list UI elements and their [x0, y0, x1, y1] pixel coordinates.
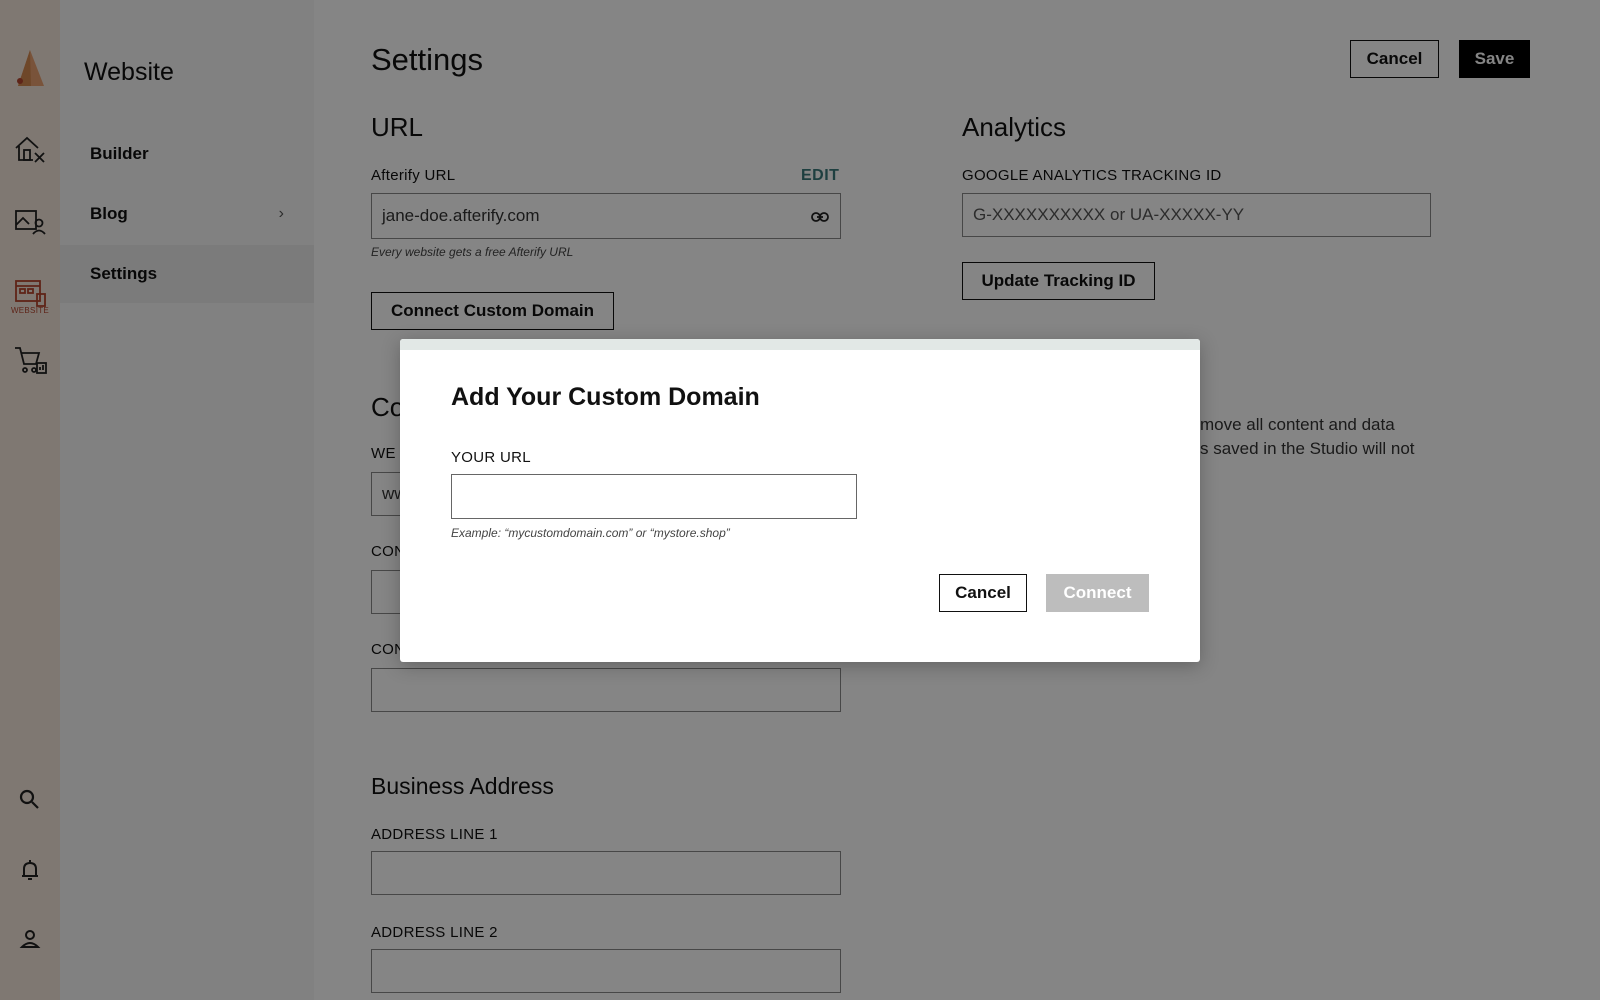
modal-title: Add Your Custom Domain: [451, 383, 760, 411]
custom-domain-input[interactable]: [451, 474, 857, 519]
custom-domain-modal: Add Your Custom Domain YOUR URL Example:…: [400, 339, 1200, 662]
your-url-label: YOUR URL: [451, 449, 531, 466]
modal-cancel-button[interactable]: Cancel: [939, 574, 1027, 612]
modal-connect-button[interactable]: Connect: [1046, 574, 1149, 612]
modal-top-bar: [400, 339, 1200, 350]
custom-domain-hint: Example: “mycustomdomain.com” or “mystor…: [451, 526, 730, 540]
